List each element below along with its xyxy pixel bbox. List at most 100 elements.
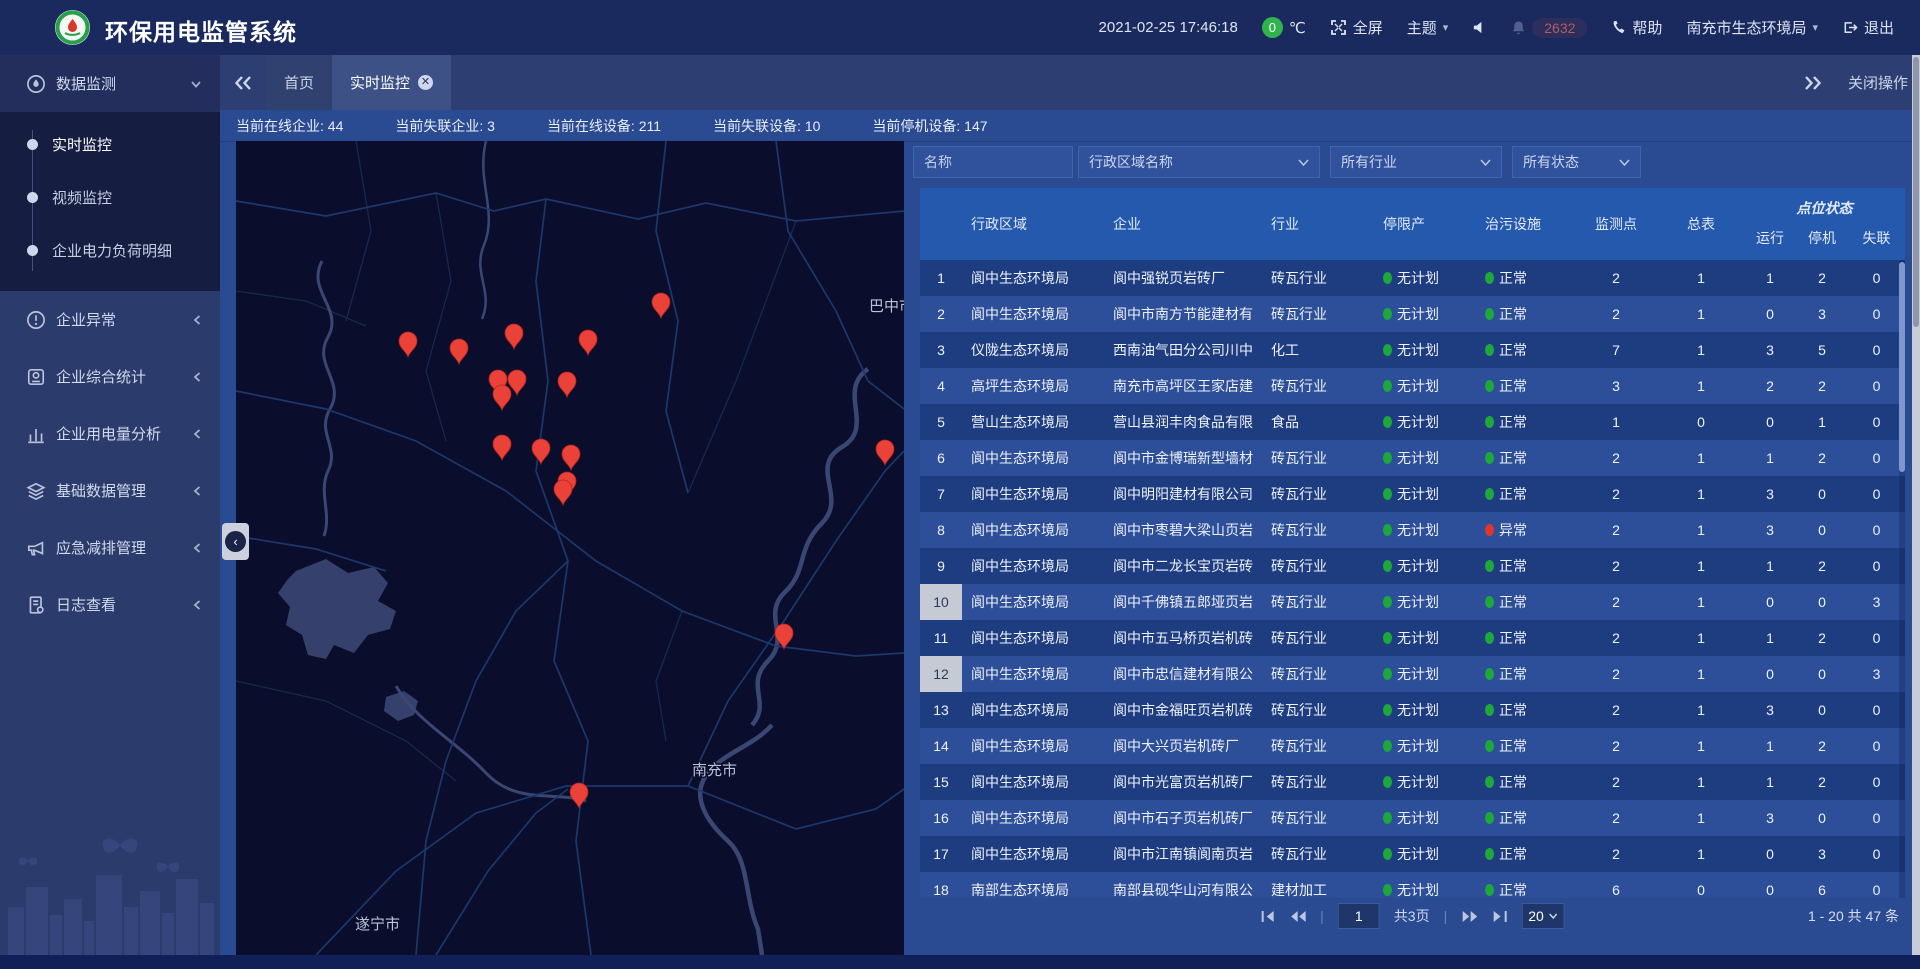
cell-industry: 砖瓦行业 [1262,808,1374,828]
cell-industry: 建材加工 [1262,880,1374,898]
bullet-icon [27,245,38,256]
sidebar-collapse-button[interactable]: ‹ [222,523,249,560]
table-row[interactable]: 14阆中生态环境局阆中大兴页岩机砖厂砖瓦行业无计划正常21120 [920,728,1905,764]
status-select[interactable]: 所有状态 [1512,146,1641,178]
status-dot-green [1383,344,1392,356]
cell-meters: 1 [1658,810,1744,826]
cell-lost: 0 [1848,270,1905,286]
theme-dropdown[interactable]: 主题▾ [1407,17,1449,38]
table-row[interactable]: 10阆中生态环境局阆中千佛镇五郎垭页岩砖瓦行业无计划正常21003 [920,584,1905,620]
sidebar-item-1[interactable]: 企业异常 [0,291,220,348]
org-dropdown[interactable]: 南充市生态环境局▾ [1686,17,1818,38]
table-row[interactable]: 6阆中生态环境局阆中市金博瑞新型墙材砖瓦行业无计划正常21120 [920,440,1905,476]
table-row[interactable]: 12阆中生态环境局阆中市忠信建材有限公砖瓦行业无计划正常21003 [920,656,1905,692]
page-size-select[interactable]: 20 [1521,903,1565,929]
cell-region: 阆中生态环境局 [962,844,1104,864]
total-pages-label: 共3页 [1394,906,1430,926]
sidebar-subitem-1[interactable]: 视频监控 [0,171,220,224]
sidebar-nav: 数据监测 实时监控 视频监控 企业电力负荷明细 企业异常 企业综合统计 企业用电… [0,55,220,955]
cell-run: 3 [1744,342,1796,358]
sidebar-item-0[interactable]: 数据监测 [0,55,220,112]
cell-stop-plan: 无计划 [1374,628,1476,648]
sidebar-item-5[interactable]: 应急减排管理 [0,519,220,576]
row-number: 1 [920,260,962,296]
col-header-6[interactable]: 总表 [1658,188,1744,260]
first-page-button[interactable] [1260,910,1275,923]
logout-button[interactable]: 退出 [1842,17,1894,38]
col-header-5[interactable]: 监测点 [1574,188,1658,260]
tabs-scroll-left-button[interactable] [220,55,266,110]
cell-facility: 异常 [1476,520,1574,540]
app-title: 环保用电监管系统 [105,13,297,47]
cell-points: 7 [1574,342,1658,358]
table-row[interactable]: 17阆中生态环境局阆中市江南镇阆南页岩砖瓦行业无计划正常21030 [920,836,1905,872]
cell-industry: 砖瓦行业 [1262,844,1374,864]
fullscreen-button[interactable]: 全屏 [1330,17,1383,38]
status-dot-green [1383,416,1392,428]
col-header-1[interactable]: 企业 [1104,188,1262,260]
table-row[interactable]: 7阆中生态环境局阆中明阳建材有限公司砖瓦行业无计划正常21300 [920,476,1905,512]
table-row[interactable]: 18南部生态环境局南部县砚华山河有限公建材加工无计划正常60060 [920,872,1905,898]
col-header-0[interactable]: 行政区域 [962,188,1104,260]
cell-facility: 正常 [1476,592,1574,612]
table-row[interactable]: 16阆中生态环境局阆中市石子页岩机砖厂砖瓦行业无计划正常21300 [920,800,1905,836]
cell-industry: 砖瓦行业 [1262,736,1374,756]
sidebar-item-4[interactable]: 基础数据管理 [0,462,220,519]
sidebar-item-2[interactable]: 企业综合统计 [0,348,220,405]
page-number-input[interactable]: 1 [1338,903,1380,929]
chevron-left-icon: ‹ [225,531,246,552]
region-select[interactable]: 行政区域名称 [1078,146,1320,178]
table-row[interactable]: 9阆中生态环境局阆中市二龙长宝页岩砖砖瓦行业无计划正常21120 [920,548,1905,584]
row-number: 4 [920,368,962,404]
table-row[interactable]: 2阆中生态环境局阆中市南方节能建材有砖瓦行业无计划正常21030 [920,296,1905,332]
name-search-input[interactable] [913,146,1073,178]
next-page-button[interactable] [1461,910,1478,923]
sidebar-item-3[interactable]: 企业用电量分析 [0,405,220,462]
col-header-3[interactable]: 停限产 [1374,188,1476,260]
sidebar-subitem-0[interactable]: 实时监控 [0,118,220,171]
table-row[interactable]: 5营山生态环境局营山县润丰肉食品有限食品无计划正常10010 [920,404,1905,440]
status-dot-green [1383,812,1392,824]
chevron-left-icon [192,542,202,554]
col-header-sub-0[interactable]: 运行 [1744,228,1796,248]
last-page-button[interactable] [1492,910,1507,923]
col-header-sub-2[interactable]: 失联 [1848,228,1905,248]
map-panel[interactable]: ‹ [236,141,904,955]
industry-select[interactable]: 所有行业 [1330,146,1502,178]
cell-stop-plan: 无计划 [1374,700,1476,720]
notification-widget[interactable]: 2632 [1511,18,1587,38]
sidebar-subitem-2[interactable]: 企业电力负荷明细 [0,224,220,277]
pager-separator: | [1444,908,1448,924]
cell-run: 3 [1744,522,1796,538]
col-header-4[interactable]: 治污设施 [1476,188,1574,260]
sidebar-item-6[interactable]: 日志查看 [0,576,220,633]
col-header-sub-1[interactable]: 停机 [1796,228,1848,248]
cell-stop-plan: 无计划 [1374,268,1476,288]
close-operations-menu[interactable]: 关闭操作 [1848,72,1908,93]
tab-0[interactable]: 首页 [266,55,332,110]
tab-close-icon[interactable]: ✕ [418,75,433,90]
cell-region: 营山生态环境局 [962,412,1104,432]
table-row[interactable]: 4高坪生态环境局南充市高坪区王家店建砖瓦行业无计划正常31220 [920,368,1905,404]
table-row[interactable]: 1阆中生态环境局阆中强锐页岩砖厂砖瓦行业无计划正常21120 [920,260,1905,296]
cell-run: 0 [1744,882,1796,898]
table-row[interactable]: 15阆中生态环境局阆中市光富页岩机砖厂砖瓦行业无计划正常21120 [920,764,1905,800]
cell-down: 2 [1796,738,1848,754]
cell-facility: 正常 [1476,268,1574,288]
stat-item-2: 当前在线设备: 211 [547,116,661,136]
status-dot-green [1485,848,1494,860]
page-scrollbar[interactable] [1912,55,1920,955]
col-header-2[interactable]: 行业 [1262,188,1374,260]
tabs-scroll-right-icon[interactable] [1804,76,1822,90]
table-row[interactable]: 3仪陇生态环境局西南油气田分公司川中化工无计划正常71350 [920,332,1905,368]
row-number: 9 [920,548,962,584]
help-button[interactable]: 帮助 [1611,17,1662,38]
table-row[interactable]: 8阆中生态环境局阆中市枣碧大梁山页岩砖瓦行业无计划异常21300 [920,512,1905,548]
table-row[interactable]: 13阆中生态环境局阆中市金福旺页岩机砖砖瓦行业无计划正常21300 [920,692,1905,728]
map-canvas[interactable]: 巴中市南充市遂宁市 [236,141,904,955]
table-row[interactable]: 11阆中生态环境局阆中市五马桥页岩机砖砖瓦行业无计划正常21120 [920,620,1905,656]
prev-page-button[interactable] [1289,910,1306,923]
sound-button[interactable] [1472,20,1487,35]
tab-1[interactable]: 实时监控✕ [332,55,451,110]
table-scrollbar[interactable] [1899,260,1905,898]
